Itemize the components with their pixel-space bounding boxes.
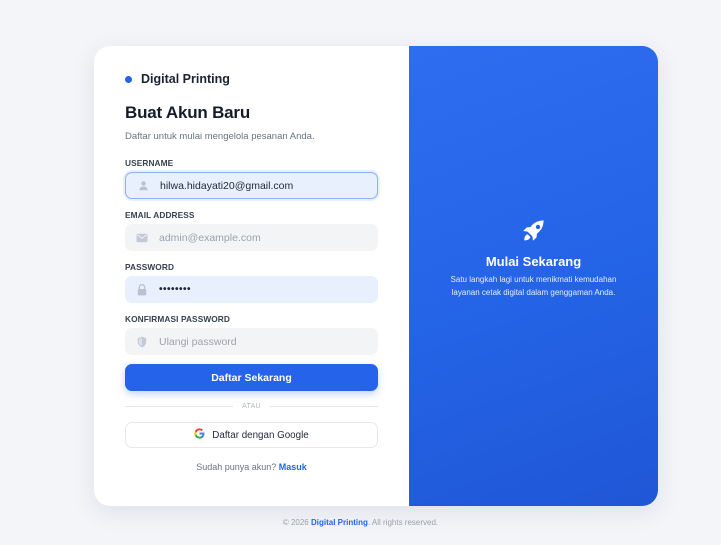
promo-description: Satu langkah lagi untuk menikmati kemuda… [450, 275, 617, 297]
user-icon [136, 179, 150, 193]
google-icon [194, 428, 205, 442]
login-link[interactable]: Masuk [279, 462, 307, 472]
page-title: Buat Akun Baru [125, 103, 251, 122]
divider-text: ATAU [242, 402, 261, 410]
brand-name: Digital Printing [141, 72, 230, 86]
email-input[interactable] [159, 227, 369, 248]
promo-title: Mulai Sekarang [485, 254, 582, 269]
shield-icon [135, 335, 149, 349]
password-label: PASSWORD [125, 262, 175, 272]
confirm-password-field[interactable] [125, 328, 378, 355]
divider-line [269, 405, 378, 407]
register-form-panel: Digital Printing Buat Akun Baru Daftar u… [94, 46, 409, 506]
rocket-icon [519, 216, 549, 251]
password-field[interactable]: •••••••• [125, 276, 378, 303]
email-label: EMAIL ADDRESS [125, 210, 195, 220]
google-signup-label: Daftar dengan Google [212, 429, 309, 441]
footer: © 2026 Digital Printing. All rights rese… [0, 518, 721, 527]
footer-copyright: © 2026 [282, 518, 309, 527]
login-prompt-text: Sudah punya akun? [196, 462, 277, 472]
promo-panel: Mulai Sekarang Satu langkah lagi untuk m… [409, 46, 658, 506]
brand-dot-icon [125, 75, 132, 83]
confirm-password-label: KONFIRMASI PASSWORD [125, 314, 230, 324]
footer-rights: . All rights reserved. [367, 518, 439, 527]
lock-icon [135, 283, 149, 297]
page: Digital Printing Buat Akun Baru Daftar u… [0, 0, 721, 545]
confirm-password-input[interactable] [159, 331, 369, 352]
username-label: USERNAME [125, 158, 174, 168]
register-card: Digital Printing Buat Akun Baru Daftar u… [94, 46, 658, 506]
brand: Digital Printing [125, 72, 230, 86]
page-subtitle: Daftar untuk mulai mengelola pesanan And… [125, 131, 315, 142]
google-signup-button[interactable]: Daftar dengan Google [125, 422, 378, 448]
username-field[interactable] [125, 172, 378, 199]
divider-line [125, 405, 234, 407]
divider: ATAU [125, 401, 378, 411]
register-button[interactable]: Daftar Sekarang [125, 364, 378, 391]
mail-icon [135, 231, 149, 245]
email-field[interactable] [125, 224, 378, 251]
login-prompt: Sudah punya akun? Masuk [125, 462, 378, 472]
password-input[interactable]: •••••••• [159, 284, 191, 295]
footer-brand: Digital Printing [311, 518, 368, 527]
username-input[interactable] [160, 175, 370, 196]
